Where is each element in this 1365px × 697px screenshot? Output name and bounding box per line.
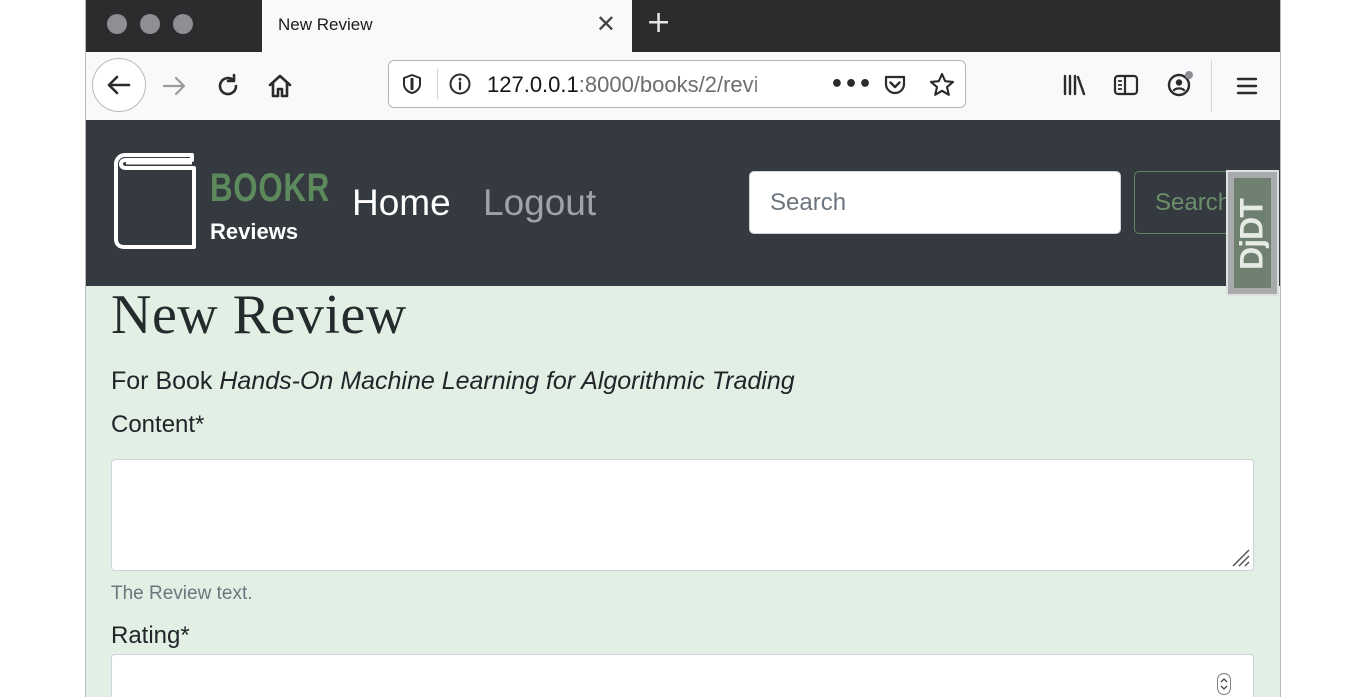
forward-button[interactable] [158, 71, 190, 101]
book-title: Hands-On Machine Learning for Algorithmi… [219, 367, 795, 395]
for-book-prefix: For Book [111, 367, 220, 395]
url-fade [749, 67, 785, 101]
reload-button[interactable] [212, 70, 244, 102]
book-logo-icon[interactable] [112, 152, 198, 250]
toolbar-divider [1211, 60, 1212, 112]
site-navbar: BOOKR Reviews Home Logout Search [86, 120, 1280, 286]
tracking-protection-shield-icon[interactable] [399, 71, 425, 97]
tab-close-icon[interactable]: ✕ [596, 12, 616, 36]
url-separator [437, 69, 438, 99]
back-button[interactable] [92, 58, 146, 112]
minimize-window-button[interactable] [140, 14, 160, 34]
home-button[interactable] [264, 70, 296, 102]
for-book-line: For Book Hands-On Machine Learning for A… [111, 367, 795, 396]
nav-home-link[interactable]: Home [352, 182, 451, 224]
url-text[interactable]: 127.0.0.1:8000/books/2/revi [487, 72, 779, 98]
url-path: :8000/books/2/revi [578, 72, 759, 97]
rating-number-input[interactable] [111, 654, 1254, 697]
search-input[interactable] [749, 171, 1121, 234]
nav-toolbar: 127.0.0.1:8000/books/2/revi ••• [86, 52, 1280, 121]
browser-window: New Review ✕ + 127.0.0.1:8000/books/2/re… [85, 0, 1281, 697]
tab-new-review[interactable]: New Review ✕ [262, 0, 632, 52]
brand-name[interactable]: BOOKR [210, 166, 330, 211]
page-title: New Review [111, 284, 407, 346]
reload-icon [218, 73, 238, 96]
url-bar[interactable]: 127.0.0.1:8000/books/2/revi ••• [388, 60, 966, 108]
url-host: 127.0.0.1 [487, 72, 579, 97]
rating-label: Rating* [111, 622, 190, 649]
sidebar-icon [1113, 74, 1139, 96]
home-icon [268, 74, 292, 98]
new-tab-button[interactable]: + [646, 8, 671, 38]
close-window-button[interactable] [107, 14, 127, 34]
bookmark-star-icon[interactable] [927, 70, 957, 100]
hamburger-menu-icon [1236, 77, 1258, 95]
title-bar: New Review ✕ + [86, 0, 1280, 52]
account-icon [1167, 71, 1193, 97]
forward-arrow-icon [162, 76, 186, 96]
brand-subtitle[interactable]: Reviews [210, 219, 298, 245]
page-actions-more-icon[interactable]: ••• [830, 70, 872, 98]
back-arrow-icon [107, 75, 131, 95]
nav-logout-link[interactable]: Logout [483, 182, 596, 224]
django-debug-toolbar-handle[interactable]: DjDT [1226, 170, 1279, 296]
library-button[interactable] [1060, 70, 1090, 100]
content-textarea[interactable] [111, 459, 1254, 571]
djdt-handle-inner: DjDT [1234, 178, 1271, 288]
library-icon [1063, 74, 1086, 96]
pocket-icon[interactable] [881, 71, 909, 99]
djdt-label: DjDT [1233, 199, 1270, 270]
zoom-window-button[interactable] [173, 14, 193, 34]
sidebar-button[interactable] [1111, 70, 1141, 100]
account-button[interactable] [1164, 68, 1198, 100]
content-help-text: The Review text. [111, 583, 253, 604]
resize-grip-icon[interactable] [1228, 545, 1250, 567]
app-menu-button[interactable] [1232, 71, 1262, 101]
tab-title: New Review [278, 15, 373, 34]
site-info-icon[interactable] [447, 71, 473, 97]
rating-spinner-icon[interactable] [1217, 673, 1231, 695]
content-label: Content* [111, 411, 205, 438]
